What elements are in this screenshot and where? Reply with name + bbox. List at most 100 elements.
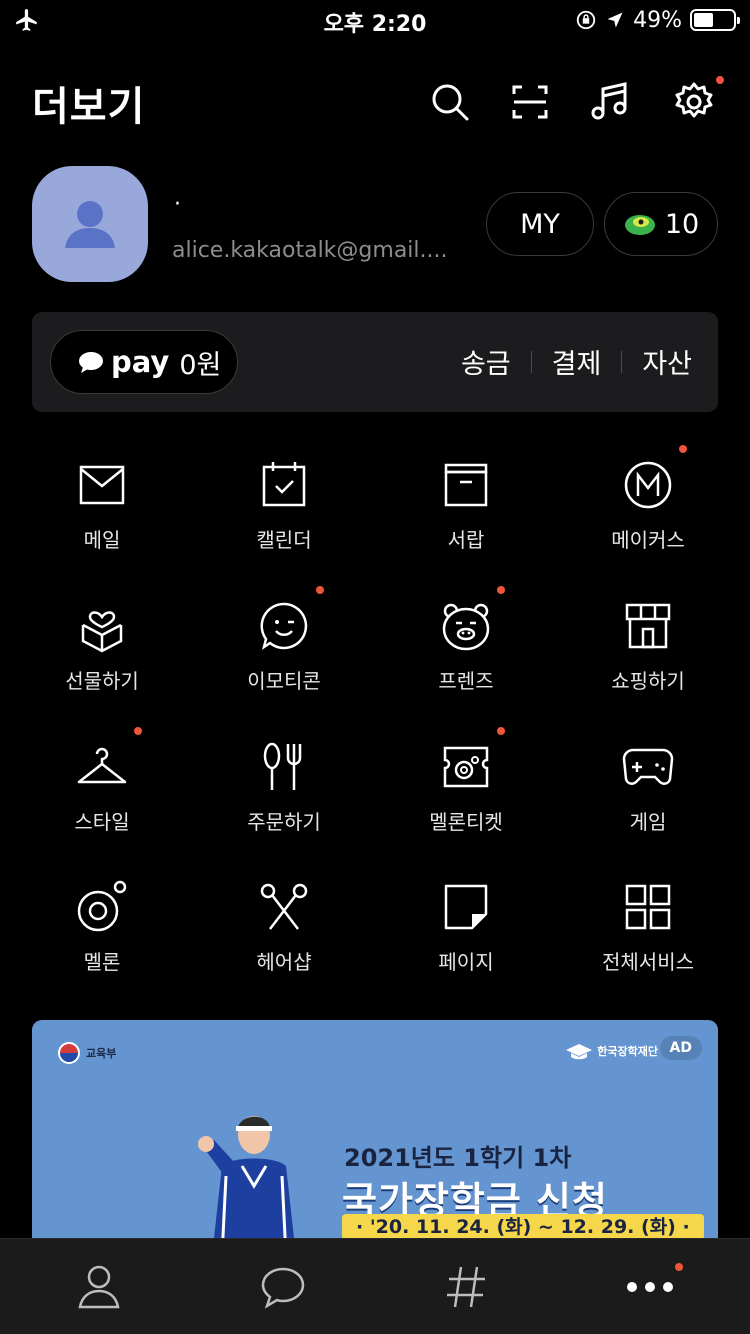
service-label: 서랍 xyxy=(447,528,485,552)
bottom-tab-bar xyxy=(0,1238,750,1334)
choco-coin-button[interactable]: 10 xyxy=(604,192,718,256)
hashtag-icon xyxy=(447,1266,485,1308)
music-note-icon xyxy=(591,82,627,120)
service-game[interactable]: 게임 xyxy=(558,740,738,870)
page-title: 더보기 xyxy=(32,84,146,130)
settings-button[interactable] xyxy=(672,80,716,124)
calendar-icon xyxy=(262,462,306,507)
service-style[interactable]: 스타일 xyxy=(12,740,192,870)
more-dots-icon xyxy=(627,1282,673,1292)
service-calendar[interactable]: 캘린더 xyxy=(194,458,374,588)
search-icon xyxy=(432,84,469,121)
default-person-icon xyxy=(65,201,115,248)
emoticon-badge xyxy=(316,586,324,594)
service-page[interactable]: 페이지 xyxy=(376,880,556,1010)
melon-ticket-badge xyxy=(497,727,505,735)
service-gift[interactable]: 선물하기 xyxy=(12,599,192,729)
friends-bear-icon xyxy=(442,603,490,651)
service-label: 게임 xyxy=(629,810,667,834)
chat-bubble-icon xyxy=(261,1267,305,1309)
tab-view[interactable] xyxy=(439,1261,495,1313)
pay-payment-button[interactable]: 결제 xyxy=(552,342,602,381)
pay-brand: pay xyxy=(111,345,170,379)
service-label: 페이지 xyxy=(438,950,494,974)
service-label: 멜론 xyxy=(83,950,121,974)
service-label: 프렌즈 xyxy=(438,669,494,693)
service-label: 선물하기 xyxy=(65,669,139,693)
pay-assets-button[interactable]: 자산 xyxy=(642,342,692,381)
pay-transfer-button[interactable]: 송금 xyxy=(461,342,511,381)
fork-knife-icon xyxy=(263,742,302,790)
style-badge xyxy=(134,727,142,735)
avatar[interactable] xyxy=(32,166,148,282)
drawer-icon xyxy=(444,463,488,507)
pay-balance-button[interactable]: pay 0원 xyxy=(50,330,238,394)
service-order[interactable]: 주문하기 xyxy=(194,740,374,870)
service-label: 멜론티켓 xyxy=(429,810,503,834)
ministry-logo: 교육부 xyxy=(58,1042,116,1064)
music-button[interactable] xyxy=(588,80,632,124)
profile-name[interactable]: · xyxy=(174,192,181,217)
coin-count: 10 xyxy=(664,208,700,240)
status-bar: 오후 2:20 49% xyxy=(0,0,750,40)
graduation-cap-icon xyxy=(566,1044,593,1060)
pay-amount: 0원 xyxy=(179,349,222,381)
service-label: 헤어샵 xyxy=(256,950,312,974)
service-label: 전체서비스 xyxy=(602,950,694,974)
tab-chats[interactable] xyxy=(255,1261,311,1313)
person-icon xyxy=(78,1265,120,1309)
makers-icon xyxy=(624,461,672,509)
service-melon-ticket[interactable]: 멜론티켓 xyxy=(376,740,556,870)
service-friends[interactable]: 프렌즈 xyxy=(376,599,556,729)
grid-icon xyxy=(625,884,671,930)
friends-badge xyxy=(497,586,505,594)
service-mail[interactable]: 메일 xyxy=(12,458,192,588)
service-hairshop[interactable]: 헤어샵 xyxy=(194,880,374,1010)
ticket-icon xyxy=(443,746,489,788)
service-emoticon[interactable]: 이모티콘 xyxy=(194,599,374,729)
gear-icon xyxy=(675,82,713,118)
search-button[interactable] xyxy=(428,80,472,124)
makers-badge xyxy=(679,445,687,453)
service-label: 주문하기 xyxy=(247,810,321,834)
service-label: 메일 xyxy=(83,528,121,552)
gift-icon xyxy=(81,611,123,653)
mail-icon xyxy=(79,465,125,505)
service-melon[interactable]: 멜론 xyxy=(12,880,192,1010)
battery-percent: 49% xyxy=(633,7,682,33)
kosaf-logo: 한국장학재단 xyxy=(565,1042,658,1060)
my-button[interactable]: MY xyxy=(486,192,594,256)
my-button-label: MY xyxy=(520,208,560,240)
emoticon-icon xyxy=(260,602,308,650)
profile-email: alice.kakaotalk@gmail.... xyxy=(172,238,448,263)
battery-icon xyxy=(690,9,740,31)
service-label: 이모티콘 xyxy=(247,669,321,693)
banner-dates: · '20. 11. 24. (화) ~ 12. 29. (화) · xyxy=(342,1214,704,1240)
tab-friends[interactable] xyxy=(71,1261,127,1313)
location-arrow-icon xyxy=(607,12,623,28)
divider xyxy=(530,350,532,373)
ad-banner[interactable]: 교육부 한국장학재단 AD 2021년도 1학기 1차 국가장학금 신청 · '… xyxy=(32,1020,718,1250)
melon-icon xyxy=(77,880,127,932)
shopping-icon xyxy=(625,603,671,649)
pay-bubble-icon xyxy=(79,352,103,373)
choco-coin-icon xyxy=(624,215,655,235)
ad-badge: AD xyxy=(659,1036,702,1060)
tab-more[interactable] xyxy=(622,1261,678,1313)
service-label: 캘린더 xyxy=(256,528,312,552)
service-makers[interactable]: 메이커스 xyxy=(558,458,738,588)
student-illustration xyxy=(198,1116,296,1250)
service-all[interactable]: 전체서비스 xyxy=(558,880,738,1010)
service-label: 메이커스 xyxy=(611,528,685,552)
pay-card: pay 0원 송금 결제 자산 xyxy=(32,312,718,412)
hanger-icon xyxy=(77,747,127,784)
service-label: 스타일 xyxy=(74,810,130,834)
service-label: 쇼핑하기 xyxy=(611,669,685,693)
page-icon xyxy=(444,884,488,930)
scan-button[interactable] xyxy=(508,80,552,124)
service-drawer[interactable]: 서랍 xyxy=(376,458,556,588)
org-name: 한국장학재단 xyxy=(597,1045,658,1058)
orientation-lock-icon xyxy=(576,10,596,30)
service-shopping[interactable]: 쇼핑하기 xyxy=(558,599,738,729)
gamepad-icon xyxy=(622,748,674,785)
